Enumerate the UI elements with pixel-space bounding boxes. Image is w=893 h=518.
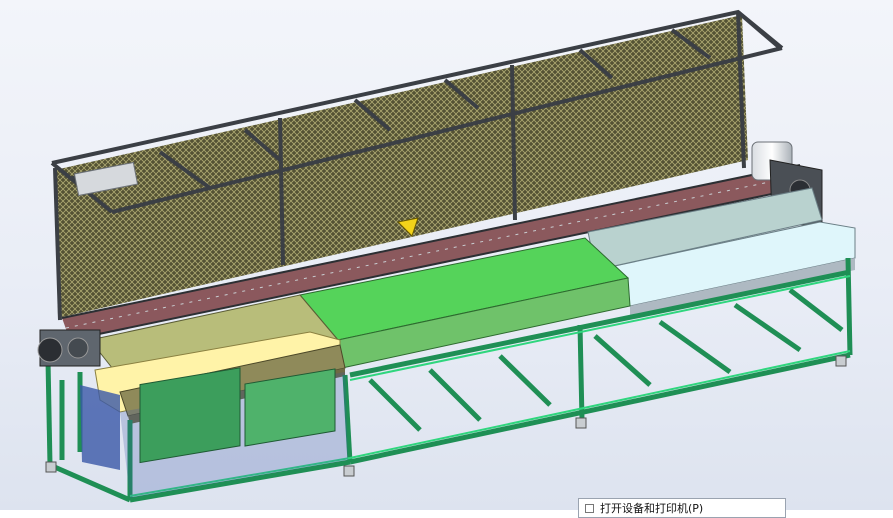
- side-blue-panel: [80, 385, 120, 470]
- machine-render: [37, 9, 856, 503]
- context-tooltip[interactable]: 打开设备和打印机(P): [578, 498, 786, 518]
- left-pulley: [37, 329, 101, 367]
- tooltip-label: 打开设备和打印机(P): [600, 502, 704, 515]
- cad-viewport[interactable]: 打开设备和打印机(P): [0, 0, 893, 518]
- glass-door-left: [139, 367, 241, 464]
- checkbox-icon[interactable]: [585, 503, 594, 513]
